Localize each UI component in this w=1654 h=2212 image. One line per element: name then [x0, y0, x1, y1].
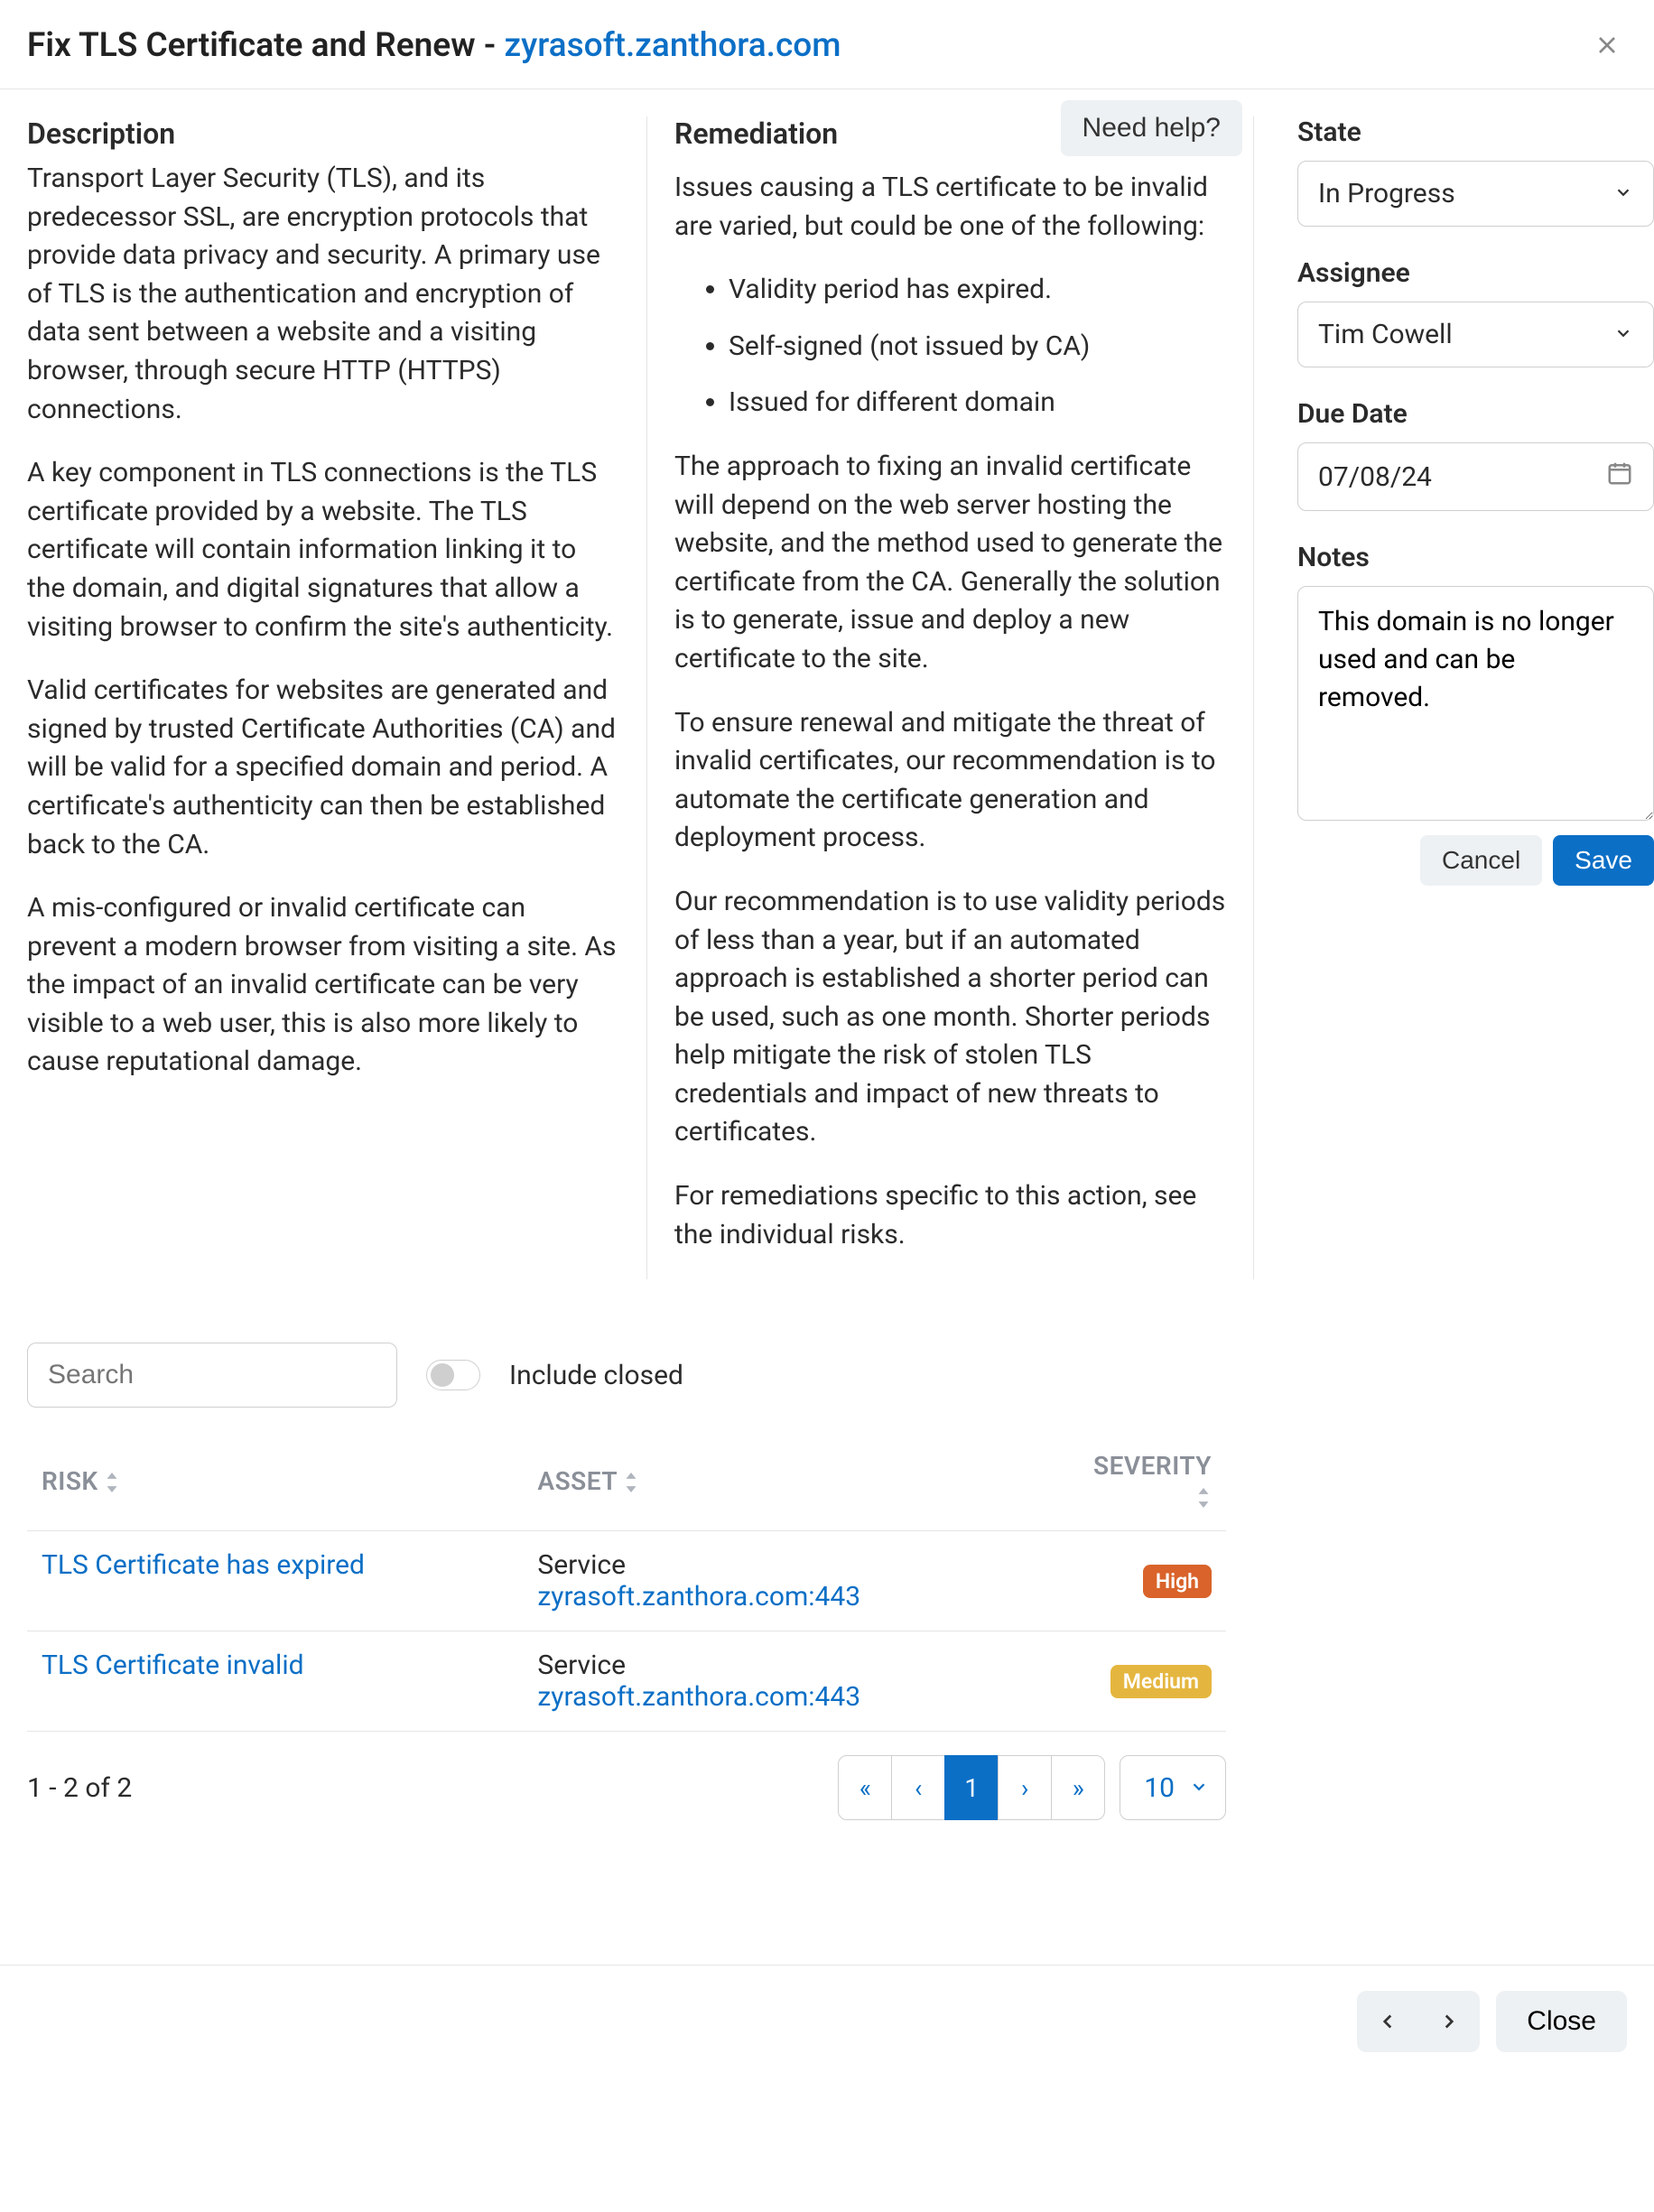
notes-textarea[interactable]: [1297, 586, 1654, 821]
col-risk[interactable]: RISK: [27, 1431, 523, 1531]
risk-table: RISK ASSET SEVERITY TLS Certificate has …: [27, 1431, 1226, 1732]
asset-link[interactable]: zyrasoft.zanthora.com:443: [537, 1581, 1004, 1613]
sort-icon: [623, 1466, 639, 1496]
remediation-p3: To ensure renewal and mitigate the threa…: [674, 704, 1226, 858]
table-row: TLS Certificate has expired Servicezyraso…: [27, 1531, 1226, 1631]
remediation-p5: For remediations specific to this action…: [674, 1177, 1226, 1254]
state-value: In Progress: [1318, 178, 1455, 209]
toggle-knob: [431, 1363, 454, 1387]
page-last[interactable]: »: [1051, 1755, 1105, 1820]
close-button[interactable]: Close: [1496, 1991, 1627, 2052]
sidebar-column: State In Progress Assignee Tim Cowell Du…: [1253, 116, 1654, 1279]
modal-title: Fix TLS Certificate and Renew - zyrasoft…: [27, 26, 841, 65]
risk-table-section: Include closed RISK ASSET SEVERITY TLS C…: [0, 1343, 1253, 1847]
page-first[interactable]: «: [838, 1755, 892, 1820]
col-severity[interactable]: SEVERITY: [1018, 1431, 1226, 1531]
description-p2: A key component in TLS connections is th…: [27, 454, 619, 646]
remediation-column: Remediation Need help? Issues causing a …: [646, 116, 1253, 1279]
pagination: « ‹ 1 › »: [838, 1755, 1105, 1820]
page-current[interactable]: 1: [944, 1755, 999, 1820]
sort-icon: [1195, 1481, 1212, 1510]
description-heading: Description: [27, 116, 619, 151]
remediation-p2: The approach to fixing an invalid certif…: [674, 448, 1226, 679]
risk-link[interactable]: TLS Certificate has expired: [42, 1549, 365, 1581]
page-size-select[interactable]: 10: [1120, 1755, 1226, 1820]
save-button[interactable]: Save: [1553, 835, 1654, 886]
sort-icon: [104, 1466, 120, 1496]
prev-record-button[interactable]: [1357, 1991, 1418, 2052]
calendar-icon: [1606, 460, 1633, 494]
table-controls: Include closed: [27, 1343, 1226, 1408]
remediation-bullets: Validity period has expired. Self-signed…: [674, 271, 1226, 423]
due-date-input[interactable]: 07/08/24: [1297, 442, 1654, 511]
search-input[interactable]: [27, 1343, 397, 1408]
assignee-select[interactable]: Tim Cowell: [1297, 302, 1654, 367]
include-closed-toggle[interactable]: [426, 1360, 480, 1390]
modal-footer: Close: [0, 1965, 1654, 2077]
asset-link[interactable]: zyrasoft.zanthora.com:443: [537, 1681, 1004, 1713]
remediation-bullet: Self-signed (not issued by CA): [729, 328, 1226, 367]
notes-actions: Cancel Save: [1297, 835, 1654, 886]
modal-body: Description Transport Layer Security (TL…: [0, 89, 1654, 1306]
cancel-button[interactable]: Cancel: [1420, 835, 1542, 886]
notes-label: Notes: [1297, 542, 1654, 573]
table-footer: 1 - 2 of 2 « ‹ 1 › » 10: [27, 1755, 1226, 1820]
remediation-p4: Our recommendation is to use validity pe…: [674, 883, 1226, 1152]
page-size-value: 10: [1144, 1772, 1175, 1804]
chevron-down-icon: [1189, 1772, 1209, 1804]
next-record-button[interactable]: [1418, 1991, 1480, 2052]
need-help-button[interactable]: Need help?: [1061, 100, 1242, 156]
remediation-header: Remediation Need help?: [674, 116, 1226, 160]
table-row: TLS Certificate invalid Servicezyrasoft.z…: [27, 1631, 1226, 1732]
modal-header: Fix TLS Certificate and Renew - zyrasoft…: [0, 0, 1654, 89]
severity-badge: High: [1143, 1565, 1212, 1598]
include-closed-label: Include closed: [509, 1360, 683, 1391]
state-select[interactable]: In Progress: [1297, 161, 1654, 227]
title-domain-link[interactable]: zyrasoft.zanthora.com: [504, 26, 841, 65]
assignee-value: Tim Cowell: [1318, 319, 1453, 350]
remediation-bullet: Validity period has expired.: [729, 271, 1226, 310]
description-p1: Transport Layer Security (TLS), and its …: [27, 160, 619, 429]
remediation-p1: Issues causing a TLS certificate to be i…: [674, 169, 1226, 246]
close-icon[interactable]: [1587, 25, 1627, 65]
page-prev[interactable]: ‹: [891, 1755, 945, 1820]
page-next[interactable]: ›: [998, 1755, 1052, 1820]
description-column: Description Transport Layer Security (TL…: [27, 116, 646, 1279]
risk-link[interactable]: TLS Certificate invalid: [42, 1650, 304, 1681]
description-p4: A mis-configured or invalid certificate …: [27, 889, 619, 1082]
due-date-value: 07/08/24: [1318, 461, 1432, 493]
col-asset[interactable]: ASSET: [523, 1431, 1018, 1531]
chevron-down-icon: [1613, 319, 1633, 350]
description-p3: Valid certificates for websites are gene…: [27, 672, 619, 864]
severity-badge: Medium: [1110, 1665, 1212, 1698]
remediation-bullet: Issued for different domain: [729, 384, 1226, 423]
chevron-down-icon: [1613, 178, 1633, 209]
remediation-heading: Remediation: [674, 116, 838, 151]
row-count: 1 - 2 of 2: [27, 1772, 132, 1804]
asset-type: Service: [537, 1650, 1004, 1681]
state-label: State: [1297, 116, 1654, 148]
due-date-label: Due Date: [1297, 398, 1654, 430]
title-prefix: Fix TLS Certificate and Renew -: [27, 26, 504, 65]
assignee-label: Assignee: [1297, 257, 1654, 289]
record-nav: [1357, 1991, 1480, 2052]
asset-type: Service: [537, 1549, 1004, 1581]
